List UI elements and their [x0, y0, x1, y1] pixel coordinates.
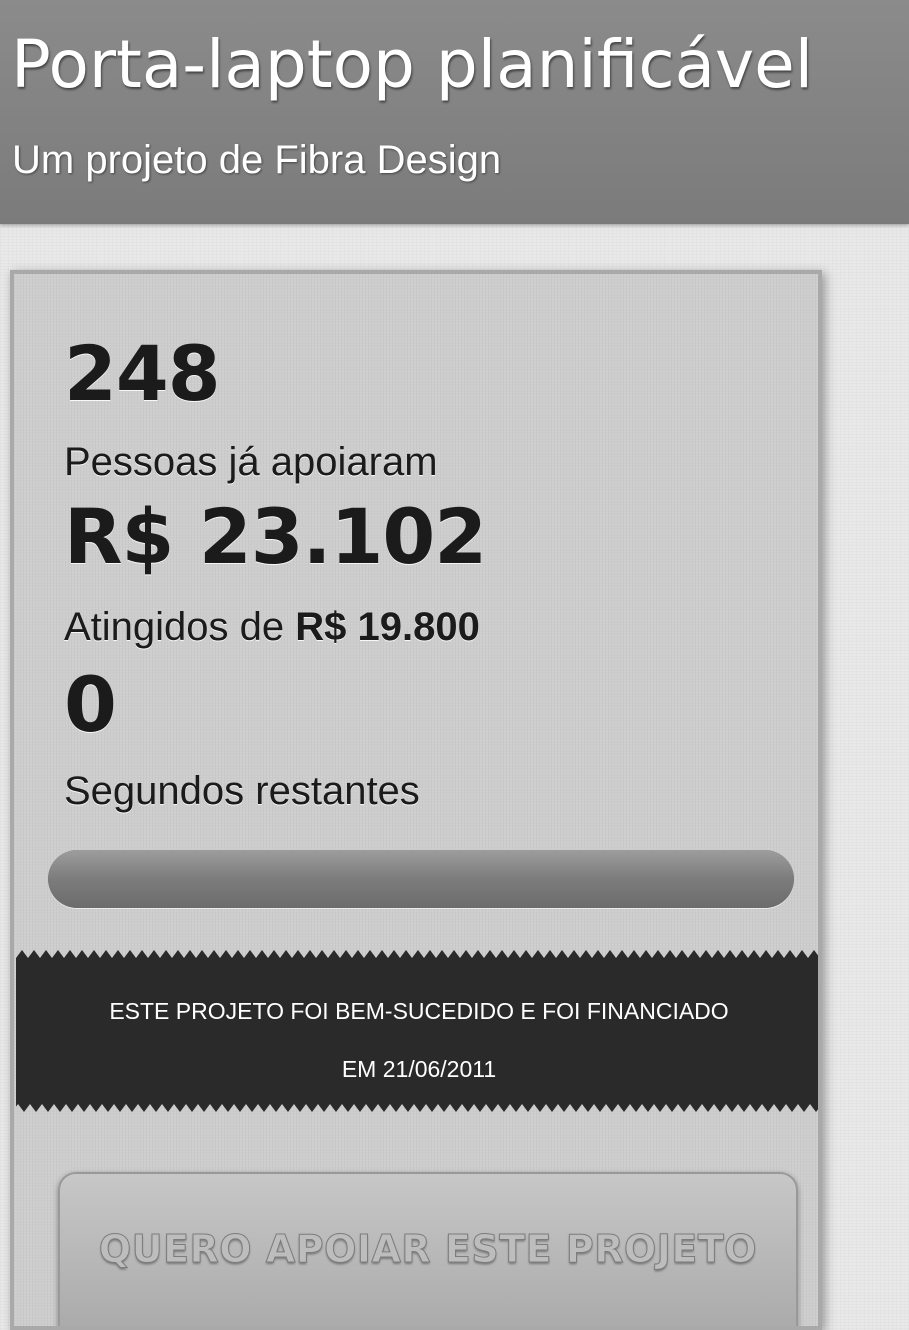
funding-progress-fill [48, 850, 794, 908]
project-title: Porta-laptop planificável [11, 26, 814, 103]
success-banner: ESTE PROJETO FOI BEM-SUCEDIDO E FOI FINA… [16, 950, 818, 1112]
support-project-button-label: QUERO APOIAR ESTE PROJETO [98, 1227, 758, 1271]
backers-label: Pessoas já apoiaram [64, 440, 438, 484]
seconds-remaining-count: 0 [64, 660, 117, 749]
pledged-amount: R$ 23.102 [64, 492, 487, 581]
project-creator: Um projeto de Fibra Design [12, 138, 502, 182]
funding-stats-panel: 248 Pessoas já apoiaram R$ 23.102 Atingi… [10, 270, 822, 1330]
funding-progress-bar [48, 850, 794, 908]
success-message-line1: ESTE PROJETO FOI BEM-SUCEDIDO E FOI FINA… [109, 998, 729, 1024]
success-message: ESTE PROJETO FOI BEM-SUCEDIDO E FOI FINA… [16, 982, 818, 1098]
support-project-button[interactable]: QUERO APOIAR ESTE PROJETO [58, 1172, 798, 1326]
goal-amount: R$ 19.800 [295, 605, 480, 649]
goal-label: Atingidos de R$ 19.800 [64, 607, 480, 647]
backers-count: 248 [64, 329, 221, 418]
seconds-remaining-label: Segundos restantes [64, 769, 420, 813]
project-header: Porta-laptop planificável Um projeto de … [0, 0, 909, 224]
success-message-line2: EM 21/06/2011 [341, 1056, 497, 1082]
goal-prefix: Atingidos de [64, 605, 296, 649]
